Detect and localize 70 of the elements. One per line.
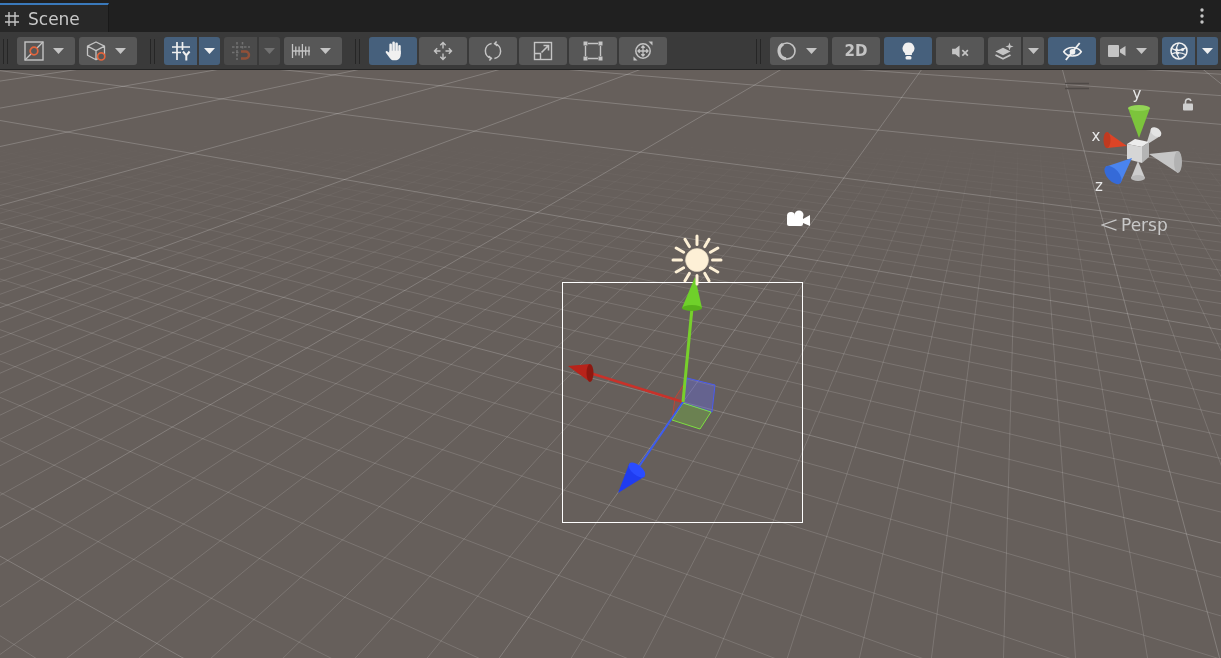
gizmos-button[interactable] <box>1162 37 1195 65</box>
video-camera-icon <box>1107 44 1127 58</box>
cube-icon <box>86 41 106 61</box>
axis-label: x <box>1091 128 1101 144</box>
caret-icon <box>1136 48 1147 54</box>
globe-icon <box>1168 41 1189 61</box>
sphere-icon <box>777 41 797 61</box>
projection-button[interactable]: Persp <box>1101 215 1168 235</box>
draw-mode-button[interactable] <box>770 37 828 65</box>
hand-tool-button[interactable] <box>369 37 417 65</box>
grid-icon <box>170 41 191 61</box>
grid-visibility-button[interactable] <box>164 37 197 65</box>
mode-2d-button[interactable]: 2D <box>832 37 880 65</box>
caret-icon <box>1028 48 1039 54</box>
effects-button[interactable] <box>988 37 1021 65</box>
xy-plane-handle[interactable] <box>682 377 716 413</box>
scale-icon <box>533 41 553 61</box>
perspective-icon <box>1101 219 1117 231</box>
caret-icon <box>115 48 126 54</box>
padlock-icon[interactable] <box>1183 98 1193 111</box>
negative-y-cone[interactable] <box>1131 161 1145 181</box>
scale-tool-button[interactable] <box>519 37 567 65</box>
z-axis-handle[interactable] <box>618 401 684 493</box>
audio-toggle[interactable] <box>936 37 984 65</box>
hand-icon <box>384 41 402 61</box>
handle-rotation-button[interactable] <box>79 37 137 65</box>
magnet-icon <box>230 41 251 61</box>
move-icon <box>433 41 453 61</box>
transform-tool-button[interactable] <box>619 37 667 65</box>
caret-icon <box>53 48 64 54</box>
x-axis-handle[interactable] <box>568 364 684 404</box>
lighting-toggle[interactable] <box>884 37 932 65</box>
scene-tab[interactable]: Scene <box>0 3 109 32</box>
transform-icon <box>633 41 653 61</box>
ruler-icon <box>291 41 311 61</box>
negative-z-cone[interactable] <box>1146 127 1162 145</box>
dropdown-button[interactable] <box>1023 37 1044 65</box>
rect-icon <box>583 41 603 61</box>
dropdown-button[interactable] <box>1197 37 1218 65</box>
square-circle-icon <box>24 41 44 61</box>
negative-x-cone[interactable] <box>1149 151 1182 173</box>
light-bulb-icon <box>901 42 915 60</box>
xz-plane-handle[interactable] <box>671 402 712 430</box>
y-axis-handle[interactable] <box>681 277 702 403</box>
caret-icon <box>1202 48 1213 54</box>
caret-icon <box>204 48 215 54</box>
pivot-mode-button[interactable] <box>17 37 75 65</box>
rotate-tool-button[interactable] <box>469 37 517 65</box>
scene-visibility-button[interactable] <box>1048 37 1096 65</box>
y-axis-cone[interactable] <box>1128 105 1150 138</box>
view-cube[interactable] <box>1127 139 1149 163</box>
hash-icon <box>5 11 19 26</box>
layers-icon <box>995 42 1014 60</box>
caret-icon <box>806 48 817 54</box>
caret-icon <box>264 48 275 54</box>
rotate-icon <box>483 41 503 61</box>
rect-tool-button[interactable] <box>569 37 617 65</box>
movie-camera-icon[interactable] <box>787 210 810 226</box>
eye-slash-icon <box>1061 41 1083 61</box>
axis-label: y <box>1132 86 1142 102</box>
menu-icon[interactable] <box>1200 8 1204 24</box>
caret-icon <box>320 48 331 54</box>
speaker-mute-icon <box>951 44 969 58</box>
camera-settings-button[interactable] <box>1100 37 1158 65</box>
axis-label: z <box>1095 178 1103 194</box>
increment-snap-button[interactable] <box>284 37 342 65</box>
dropdown-button[interactable] <box>199 37 220 65</box>
drag-handle-icon[interactable] <box>1064 82 1090 90</box>
move-tool-button[interactable] <box>419 37 467 65</box>
sun-icon[interactable] <box>671 234 723 286</box>
